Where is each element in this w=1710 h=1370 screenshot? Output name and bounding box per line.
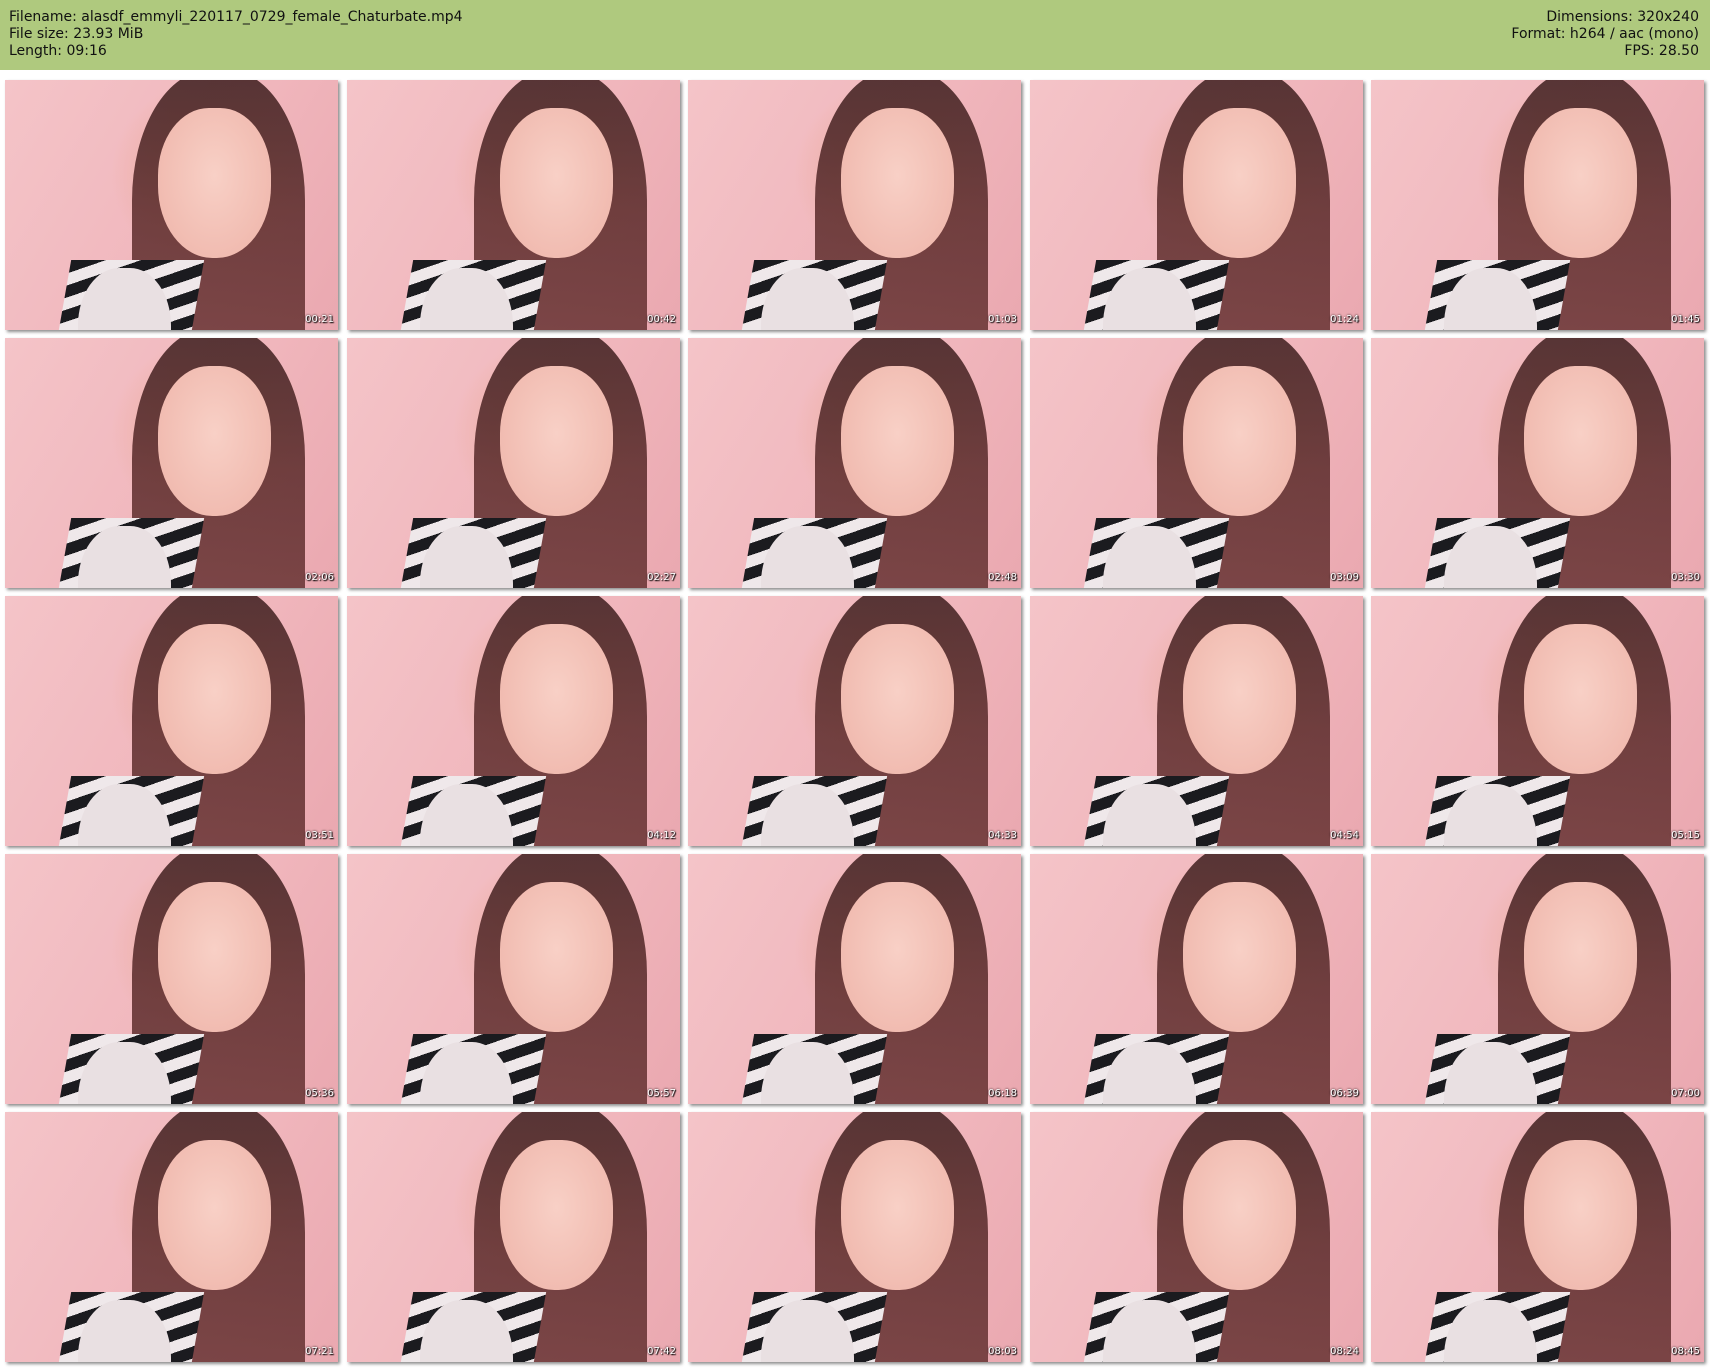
video-thumbnail: 02:48: [688, 338, 1021, 588]
striped-shirt: [741, 776, 888, 846]
thumbnail-timestamp: 03:51: [305, 830, 334, 841]
thumbnail-timestamp: 01:45: [1671, 314, 1700, 325]
striped-shirt: [1424, 260, 1571, 330]
thumbnail-timestamp: 07:42: [647, 1346, 676, 1357]
filename-label: Filename: alasdf_emmyli_220117_0729_fema…: [9, 9, 463, 25]
video-thumbnail: 07:42: [347, 1112, 680, 1362]
video-thumbnail: 05:15: [1371, 596, 1704, 846]
striped-shirt: [400, 260, 547, 330]
striped-shirt: [400, 1292, 547, 1362]
thumbnail-timestamp: 04:33: [988, 830, 1017, 841]
thumbnail-timestamp: 07:21: [305, 1346, 334, 1357]
video-thumbnail: 03:51: [5, 596, 338, 846]
file-size-label: File size: 23.93 MiB: [9, 26, 144, 42]
thumbnail-timestamp: 07:00: [1671, 1088, 1700, 1099]
video-thumbnail: 01:24: [1030, 80, 1363, 330]
video-thumbnail: 01:45: [1371, 80, 1704, 330]
thumbnail-timestamp: 08:45: [1671, 1346, 1700, 1357]
thumbnail-timestamp: 02:06: [305, 572, 334, 583]
video-thumbnail: 05:57: [347, 854, 680, 1104]
video-thumbnail: 04:54: [1030, 596, 1363, 846]
striped-shirt: [1424, 518, 1571, 588]
striped-shirt: [1424, 1034, 1571, 1104]
striped-shirt: [58, 1034, 205, 1104]
thumbnail-timestamp: 06:18: [988, 1088, 1017, 1099]
striped-shirt: [741, 1034, 888, 1104]
striped-shirt: [1424, 776, 1571, 846]
video-thumbnail: 02:06: [5, 338, 338, 588]
thumbnail-timestamp: 03:09: [1330, 572, 1359, 583]
thumbnail-timestamp: 00:21: [305, 314, 334, 325]
striped-shirt: [400, 776, 547, 846]
video-thumbnail: 07:00: [1371, 854, 1704, 1104]
thumbnail-timestamp: 05:36: [305, 1088, 334, 1099]
video-thumbnail: 08:03: [688, 1112, 1021, 1362]
video-thumbnail: 00:42: [347, 80, 680, 330]
video-thumbnail: 05:36: [5, 854, 338, 1104]
thumbnail-timestamp: 04:12: [647, 830, 676, 841]
striped-shirt: [400, 518, 547, 588]
thumbnail-timestamp: 01:24: [1330, 314, 1359, 325]
striped-shirt: [741, 518, 888, 588]
striped-shirt: [1083, 1292, 1230, 1362]
fps-label: FPS: 28.50: [1624, 43, 1699, 59]
video-thumbnail: 06:18: [688, 854, 1021, 1104]
thumbnail-timestamp: 08:24: [1330, 1346, 1359, 1357]
thumbnail-timestamp: 08:03: [988, 1346, 1017, 1357]
thumbnail-timestamp: 04:54: [1330, 830, 1359, 841]
striped-shirt: [58, 518, 205, 588]
striped-shirt: [741, 1292, 888, 1362]
length-label: Length: 09:16: [9, 43, 107, 59]
thumbnail-timestamp: 05:15: [1671, 830, 1700, 841]
striped-shirt: [741, 260, 888, 330]
thumbnail-timestamp: 01:03: [988, 314, 1017, 325]
thumbnail-timestamp: 02:27: [647, 572, 676, 583]
thumbnail-timestamp: 00:42: [647, 314, 676, 325]
striped-shirt: [400, 1034, 547, 1104]
striped-shirt: [1424, 1292, 1571, 1362]
video-thumbnail: 00:21: [5, 80, 338, 330]
video-thumbnail: 06:39: [1030, 854, 1363, 1104]
video-thumbnail: 04:33: [688, 596, 1021, 846]
striped-shirt: [58, 776, 205, 846]
striped-shirt: [1083, 776, 1230, 846]
video-thumbnail: 07:21: [5, 1112, 338, 1362]
video-thumbnail: 08:45: [1371, 1112, 1704, 1362]
striped-shirt: [1083, 1034, 1230, 1104]
video-thumbnail: 08:24: [1030, 1112, 1363, 1362]
video-thumbnail: 03:30: [1371, 338, 1704, 588]
video-thumbnail: 02:27: [347, 338, 680, 588]
striped-shirt: [1083, 260, 1230, 330]
format-label: Format: h264 / aac (mono): [1511, 26, 1699, 42]
thumbnail-timestamp: 05:57: [647, 1088, 676, 1099]
striped-shirt: [58, 1292, 205, 1362]
thumbnail-timestamp: 03:30: [1671, 572, 1700, 583]
striped-shirt: [58, 260, 205, 330]
video-thumbnail: 03:09: [1030, 338, 1363, 588]
info-header: Filename: alasdf_emmyli_220117_0729_fema…: [0, 0, 1710, 70]
dimensions-label: Dimensions: 320x240: [1546, 9, 1699, 25]
thumbnail-timestamp: 02:48: [988, 572, 1017, 583]
thumbnail-grid: 00:21 00:42 01:03 01:24 01:45 02:06 02:27 02:48…: [5, 80, 1705, 1365]
striped-shirt: [1083, 518, 1230, 588]
video-thumbnail: 01:03: [688, 80, 1021, 330]
video-thumbnail: 04:12: [347, 596, 680, 846]
thumbnail-timestamp: 06:39: [1330, 1088, 1359, 1099]
